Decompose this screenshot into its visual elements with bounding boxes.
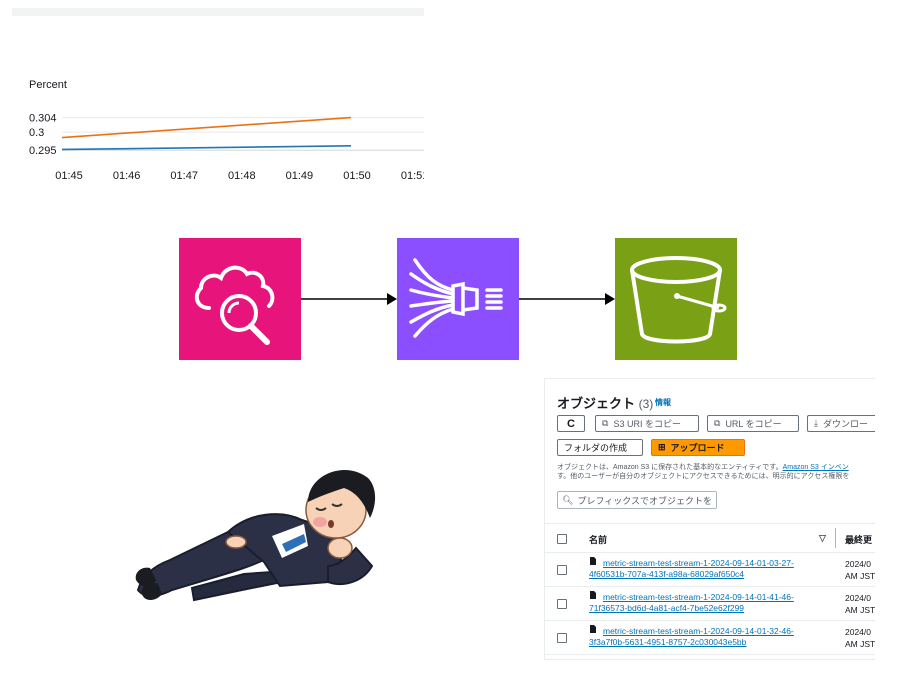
x-tick-label: 01:45 (55, 170, 83, 182)
download-button[interactable]: ⤓ ダウンロー (807, 415, 875, 432)
column-modified[interactable]: 最終更 (845, 533, 872, 546)
objects-description: オブジェクトは、Amazon S3 に保存された基本的なエンティティです。Ama… (557, 464, 850, 480)
info-link[interactable]: 情報 (655, 397, 671, 408)
object-name-line1[interactable]: metric-stream-test-stream-1-2024-09-14-0… (589, 592, 794, 603)
upload-button[interactable]: ⊞ アップロード (651, 439, 745, 456)
last-modified: 2024/0 AM JST (845, 558, 875, 582)
date-line2: AM JST (845, 605, 875, 615)
object-name-line2[interactable]: 71f36573-bd6d-4a81-acf4-7be52e62f299 (589, 603, 794, 614)
y-axis-label: Percent (29, 79, 67, 91)
download-icon: ⤓ (814, 418, 818, 428)
prefix-search-input[interactable]: 🔍︎ プレフィックスでオブジェクトを (557, 491, 717, 509)
arrow-2 (519, 293, 615, 305)
x-tick-label: 01:48 (228, 170, 256, 182)
arrow-1 (301, 293, 397, 305)
row-checkbox[interactable] (557, 565, 567, 575)
object-link[interactable]: metric-stream-test-stream-1-2024-09-14-0… (589, 626, 794, 648)
column-divider (835, 528, 836, 548)
firehose-icon (397, 238, 519, 360)
copy-icon: ⧉ (602, 418, 609, 428)
object-name-line1[interactable]: metric-stream-test-stream-1-2024-09-14-0… (589, 558, 794, 569)
object-name-line2[interactable]: 4f60531b-707a-413f-a98a-68029af650c4 (589, 569, 794, 580)
metrics-chart: Percent 0.304 0.3 0.295 01:45 01:46 01:47 01:… (12, 8, 424, 204)
object-link[interactable]: metric-stream-test-stream-1-2024-09-14-0… (589, 558, 794, 580)
table-row: metric-stream-test-stream-1-2024-09-14-0… (545, 586, 875, 621)
object-link[interactable]: metric-stream-test-stream-1-2024-09-14-0… (589, 592, 794, 614)
cloudwatch-tile (179, 238, 301, 360)
last-modified: 2024/0 AM JST (845, 592, 875, 616)
column-name[interactable]: 名前 (589, 533, 607, 546)
x-tick-label: 01:49 (286, 170, 314, 182)
y-tick-label: 0.295 (29, 145, 57, 157)
x-tick-label: 01:47 (170, 170, 198, 182)
date-line2: AM JST (845, 639, 875, 649)
last-modified: 2024/0 AM JST (845, 626, 875, 650)
table-row: metric-stream-test-stream-1-2024-09-14-0… (545, 620, 875, 655)
date-line1: 2024/0 (845, 559, 871, 569)
series-line-1 (61, 116, 352, 139)
copy-icon: ⧉ (714, 418, 721, 428)
series-line-2 (61, 145, 352, 151)
row-checkbox[interactable] (557, 599, 567, 609)
date-line2: AM JST (845, 571, 875, 581)
create-folder-button[interactable]: フォルダの作成 (557, 439, 643, 456)
copy-url-button[interactable]: ⧉ URL をコピー (707, 415, 799, 432)
table-row: metric-stream-test-stream-1-2024-09-14-0… (545, 552, 875, 587)
s3-tile (615, 238, 737, 360)
x-tick-label: 01:51 (401, 170, 424, 182)
date-line1: 2024/0 (845, 627, 871, 637)
cloudwatch-icon (179, 238, 301, 360)
row-checkbox[interactable] (557, 633, 567, 643)
date-line1: 2024/0 (845, 593, 871, 603)
select-all-checkbox[interactable] (557, 534, 567, 544)
x-tick-label: 01:50 (343, 170, 371, 182)
object-name-line2[interactable]: 3f3a7f0b-5631-4951-8757-2c030043e5bb (589, 637, 794, 648)
upload-icon: ⊞ (658, 442, 666, 452)
y-tick-label: 0.304 (29, 113, 57, 125)
y-tick-label: 0.3 (29, 127, 44, 139)
sort-icon[interactable]: ▽ (819, 533, 826, 544)
search-icon: 🔍︎ (562, 494, 574, 505)
x-tick-label: 01:46 (113, 170, 141, 182)
s3-bucket-icon (615, 238, 737, 360)
object-name-line1[interactable]: metric-stream-test-stream-1-2024-09-14-0… (589, 626, 794, 637)
firehose-tile (397, 238, 519, 360)
refresh-button[interactable]: C (557, 415, 585, 432)
objects-title: オブジェクト (3) (557, 396, 654, 411)
s3-objects-panel: オブジェクト (3) 情報 C ⧉ S3 URI をコピー ⧉ URL をコピー ⤓… (544, 378, 875, 660)
inventory-link[interactable]: Amazon S3 インベン (783, 464, 849, 471)
copy-s3-uri-button[interactable]: ⧉ S3 URI をコピー (595, 415, 699, 432)
objects-count: (3) (638, 397, 654, 411)
sleeping-businessman-icon (135, 469, 376, 602)
line-chart-svg: Percent 0.304 0.3 0.295 01:45 01:46 01:47 01:… (29, 79, 424, 182)
table-header: 名前 ▽ 最終更 (545, 523, 875, 553)
